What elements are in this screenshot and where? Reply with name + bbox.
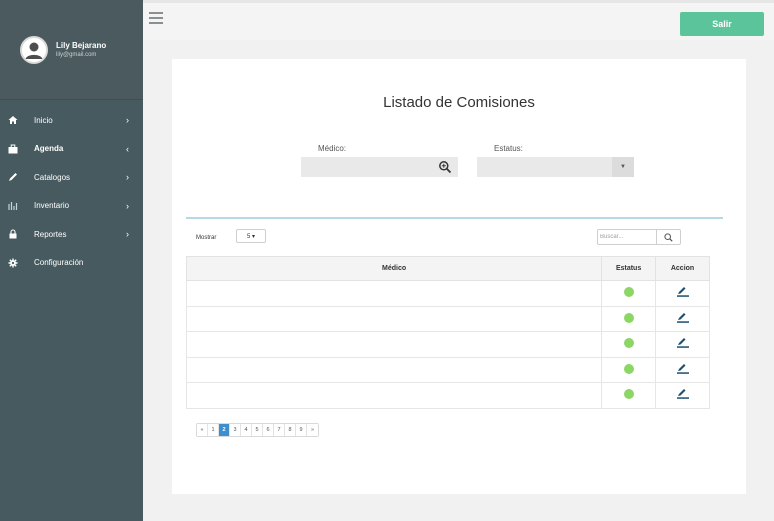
briefcase-icon <box>6 142 20 156</box>
pagination-next[interactable]: » <box>307 424 318 436</box>
table-search-input[interactable] <box>600 231 652 243</box>
page-size-label: Mostrar <box>196 235 217 241</box>
table-row <box>185 356 710 383</box>
chevron-right-icon: › <box>126 172 129 183</box>
commissions-card: Listado de Comisiones Médico: Estatus: ▼… <box>172 59 746 494</box>
sidebar-item-agenda[interactable]: Agenda ‹ <box>0 135 143 164</box>
action-cell <box>655 382 710 409</box>
status-active-icon <box>623 363 634 374</box>
pagination-prev[interactable]: « <box>197 424 208 436</box>
edit-icon[interactable] <box>676 387 690 400</box>
avatar[interactable] <box>20 35 48 64</box>
status-cell <box>601 356 657 383</box>
status-cell <box>601 280 657 307</box>
medico-cell <box>185 305 603 332</box>
user-icon <box>22 37 46 62</box>
pagination-page-4[interactable]: 4 <box>241 424 252 436</box>
user-profile: Lily Bejarano lily@gmail.com <box>0 0 143 100</box>
column-header-medico[interactable]: Médico <box>185 256 603 281</box>
commissions-table: Médico Estatus Accion <box>185 256 710 409</box>
sidebar-item-configuracion[interactable]: Configuración <box>0 249 143 278</box>
chevron-right-icon: › <box>126 200 129 211</box>
search-icon <box>664 232 673 242</box>
action-cell <box>655 305 710 332</box>
divider <box>186 217 723 219</box>
user-name: Lily Bejarano <box>56 41 107 50</box>
pagination-page-6[interactable]: 6 <box>263 424 274 436</box>
pencil-icon <box>6 170 20 184</box>
page-title: Listado de Comisiones <box>383 94 535 111</box>
gear-icon <box>6 256 20 270</box>
medico-cell <box>185 382 603 409</box>
chevron-right-icon: › <box>126 115 129 126</box>
sidebar-item-reportes[interactable]: Reportes › <box>0 220 143 249</box>
dropdown-arrow-icon: ▼ <box>612 157 634 177</box>
action-cell <box>655 356 710 383</box>
page-size-select[interactable]: 5 ▾ <box>236 229 266 243</box>
edit-icon[interactable] <box>676 285 690 298</box>
edit-icon[interactable] <box>676 336 690 349</box>
hamburger-menu-icon[interactable] <box>149 12 163 24</box>
status-active-icon <box>623 312 634 323</box>
sidebar-item-inicio[interactable]: Inicio › <box>0 106 143 135</box>
status-cell <box>601 382 657 409</box>
table-header-row: Médico Estatus Accion <box>185 256 710 281</box>
lock-icon <box>6 227 20 241</box>
table-row <box>185 382 710 409</box>
home-icon <box>6 113 20 127</box>
medico-cell <box>185 331 603 358</box>
table-row <box>185 280 710 307</box>
sidebar-menu: Inicio › Agenda ‹ Catalogos › Inventario… <box>0 100 143 277</box>
status-cell <box>601 305 657 332</box>
action-cell <box>655 280 710 307</box>
user-info: Lily Bejarano lily@gmail.com <box>56 41 106 58</box>
zoom-in-search-icon[interactable] <box>438 160 452 174</box>
estatus-filter-label: Estatus: <box>494 144 523 153</box>
table-search <box>597 229 681 245</box>
pagination-page-9[interactable]: 9 <box>296 424 307 436</box>
user-email: lily@gmail.com <box>56 52 97 58</box>
pagination: « 1 2 3 4 5 6 7 8 9 » <box>196 423 319 437</box>
status-active-icon <box>623 287 634 298</box>
chevron-left-icon: ‹ <box>126 143 129 154</box>
status-active-icon <box>623 389 634 400</box>
pagination-page-5[interactable]: 5 <box>252 424 263 436</box>
table-row <box>185 305 710 332</box>
medico-filter-label: Médico: <box>318 144 347 153</box>
top-bar: Salir <box>143 0 774 40</box>
action-cell <box>655 331 710 358</box>
medico-cell <box>185 280 603 307</box>
pagination-page-3[interactable]: 3 <box>230 424 241 436</box>
chart-icon <box>6 199 20 213</box>
search-button[interactable] <box>656 230 680 244</box>
logout-button[interactable]: Salir <box>680 12 764 36</box>
column-header-accion[interactable]: Accion <box>655 256 710 281</box>
sidebar: Lily Bejarano lily@gmail.com Inicio › Ag… <box>0 0 143 521</box>
pagination-page-7[interactable]: 7 <box>274 424 285 436</box>
edit-icon[interactable] <box>676 362 690 374</box>
edit-icon[interactable] <box>676 311 690 323</box>
medico-search-input[interactable] <box>301 157 458 177</box>
sidebar-item-catalogos[interactable]: Catalogos › <box>0 163 143 192</box>
sidebar-item-label: Configuración <box>34 258 84 268</box>
pagination-page-8[interactable]: 8 <box>285 424 296 436</box>
status-active-icon <box>623 338 634 349</box>
medico-cell <box>185 356 603 383</box>
pagination-page-1[interactable]: 1 <box>208 424 219 436</box>
sidebar-item-inventario[interactable]: Inventario › <box>0 192 143 221</box>
table-row <box>185 331 710 358</box>
chevron-right-icon: › <box>126 229 129 240</box>
column-header-estatus[interactable]: Estatus <box>601 256 657 281</box>
status-cell <box>601 331 657 358</box>
estatus-select[interactable]: ▼ <box>477 157 634 177</box>
pagination-page-2[interactable]: 2 <box>219 424 230 436</box>
